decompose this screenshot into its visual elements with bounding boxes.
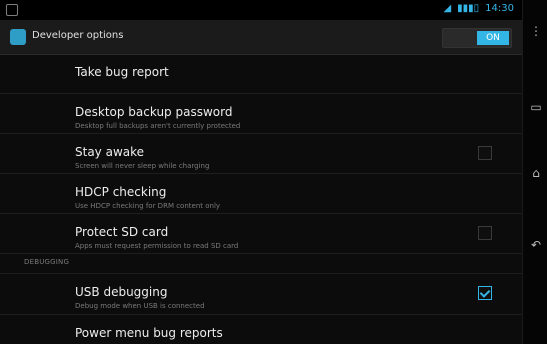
developer-options-toggle[interactable]: ON bbox=[442, 28, 512, 48]
toggle-on-label: ON bbox=[477, 31, 509, 45]
settings-app-icon[interactable] bbox=[10, 29, 26, 45]
section-header-debugging: DEBUGGING bbox=[0, 255, 522, 274]
battery-icon: ▮▮▮▯ bbox=[457, 3, 480, 14]
list-item-title: Stay awake bbox=[75, 145, 145, 159]
back-icon[interactable]: ↶ bbox=[527, 236, 545, 254]
list-item-take-bug-report[interactable]: Take bug report bbox=[0, 54, 522, 94]
list-item-subtitle: Screen will never sleep while charging bbox=[75, 162, 210, 170]
list-item-title: Desktop backup password bbox=[75, 105, 233, 119]
status-indicators: ◢ ▮▮▮▯ 14:30 bbox=[443, 3, 514, 14]
clock: 14:30 bbox=[485, 3, 514, 14]
section-header-label: DEBUGGING bbox=[24, 258, 70, 266]
list-item-usb-debugging[interactable]: USB debugging Debug mode when USB is con… bbox=[0, 274, 522, 315]
status-bar: ◢ ▮▮▮▯ 14:30 bbox=[0, 0, 522, 20]
stay-awake-checkbox[interactable] bbox=[478, 146, 492, 160]
list-item-subtitle: Apps must request permission to read SD … bbox=[75, 242, 239, 250]
action-bar: Developer options ON bbox=[0, 20, 522, 55]
recents-icon[interactable]: ▭ bbox=[527, 98, 545, 116]
list-item-stay-awake[interactable]: Stay awake Screen will never sleep while… bbox=[0, 134, 522, 174]
notification-icon bbox=[6, 4, 18, 16]
home-icon[interactable]: ⌂ bbox=[527, 164, 545, 182]
list-item-subtitle: Use HDCP checking for DRM content only bbox=[75, 202, 221, 210]
list-item-protect-sd-card[interactable]: Protect SD card Apps must request permis… bbox=[0, 214, 522, 254]
list-item-subtitle: Desktop full backups aren't currently pr… bbox=[75, 122, 241, 130]
navigation-bar: ⋮ ▭ ⌂ ↶ bbox=[522, 0, 547, 344]
usb-debugging-checkbox[interactable] bbox=[478, 286, 492, 300]
list-item-title: Take bug report bbox=[75, 65, 169, 79]
android-screen: ◢ ▮▮▮▯ 14:30 Developer options ON Take b… bbox=[0, 0, 547, 344]
list-item-title: Protect SD card bbox=[75, 225, 169, 239]
list-item-subtitle: Debug mode when USB is connected bbox=[75, 302, 205, 310]
list-item-title: HDCP checking bbox=[75, 185, 167, 199]
list-item-title: USB debugging bbox=[75, 285, 168, 299]
developer-options-list: Take bug report Desktop backup password … bbox=[0, 54, 522, 344]
protect-sd-card-checkbox[interactable] bbox=[478, 226, 492, 240]
list-item-hdcp-checking[interactable]: HDCP checking Use HDCP checking for DRM … bbox=[0, 174, 522, 214]
list-item-power-menu-bug-reports[interactable]: Power menu bug reports bbox=[0, 315, 522, 344]
list-item-desktop-backup-password[interactable]: Desktop backup password Desktop full bac… bbox=[0, 94, 522, 134]
more-icon[interactable]: ⋮ bbox=[527, 22, 545, 40]
list-item-title: Power menu bug reports bbox=[75, 326, 223, 340]
page-title: Developer options bbox=[32, 30, 124, 41]
wifi-icon: ◢ bbox=[443, 3, 452, 14]
